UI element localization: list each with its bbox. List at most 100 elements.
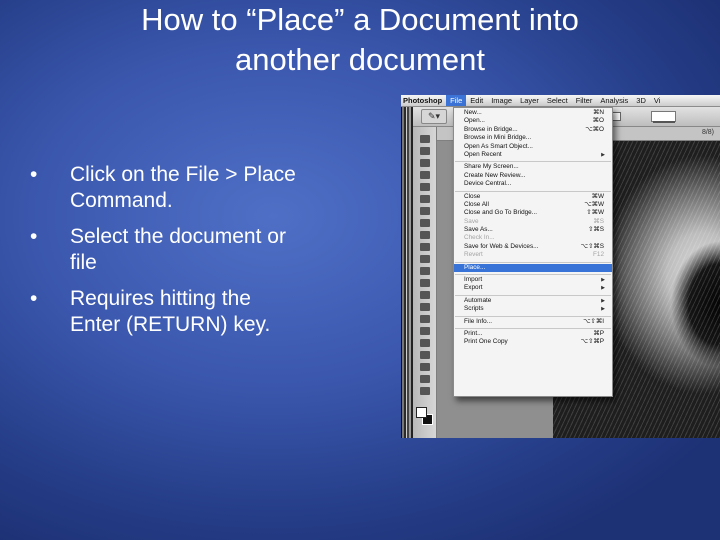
menu-item-close-and-go-to-bridge[interactable]: Close and Go To Bridge... ⇧⌘W [454, 209, 612, 217]
menu-item-create-new-review[interactable]: Create New Review... [454, 172, 612, 180]
menu-item-label: Save for Web & Devices... [464, 242, 539, 250]
color-swatches[interactable] [416, 407, 434, 429]
menu-item-label: Save [464, 217, 479, 225]
menu-bar: Photoshop File Edit Image Layer Select F… [401, 95, 720, 107]
option-bar-icon [653, 121, 675, 123]
bullet-item: • Click on the File > Place Command. [30, 162, 370, 214]
menu-item-export[interactable]: Export ▶ [454, 284, 612, 292]
menu-item-shortcut: ⇧⌘W [586, 209, 604, 217]
marquee-tool-icon[interactable] [420, 147, 430, 155]
gradient-tool-icon[interactable] [420, 267, 430, 275]
foreground-color-swatch[interactable] [416, 407, 427, 418]
move-tool-icon[interactable] [420, 135, 430, 143]
shape-tool-icon[interactable] [420, 339, 430, 347]
menu-item-new[interactable]: New... ⌘N [454, 109, 612, 117]
menu-image[interactable]: Image [487, 95, 516, 106]
menu-edit[interactable]: Edit [466, 95, 487, 106]
menu-item-print-one-copy[interactable]: Print One Copy ⌥⇧⌘P [454, 338, 612, 346]
menu-analysis[interactable]: Analysis [596, 95, 632, 106]
menu-item-shortcut: ⌘S [593, 217, 604, 225]
menu-item-label: Import [464, 276, 483, 284]
menu-item-shortcut: ⌘W [591, 192, 604, 200]
menu-item-close-all[interactable]: Close All ⌥⌘W [454, 201, 612, 209]
eyedropper-tool-icon[interactable] [420, 195, 430, 203]
file-menu-dropdown: New... ⌘N Open... ⌘O Browse in Bridge... ⌥⌘O B… [453, 107, 613, 397]
menu-item-label: Open As Smart Object... [464, 142, 533, 150]
menu-layer[interactable]: Layer [516, 95, 543, 106]
option-checkbox[interactable] [612, 112, 621, 121]
zoom-tool-icon[interactable] [420, 387, 430, 395]
menu-item-label: Print... [464, 329, 483, 337]
brush-tool-icon[interactable] [420, 219, 430, 227]
menu-item-check-in: Check In... [454, 234, 612, 242]
menu-item-label: Close All [464, 200, 489, 208]
menu-item-label: Open... [464, 117, 485, 125]
menu-item-file-info[interactable]: File Info... ⌥⇧⌘I [454, 318, 612, 326]
hand-tool-icon[interactable] [420, 375, 430, 383]
menu-item-label: Check In... [464, 234, 495, 242]
menu-item-label: Create New Review... [464, 171, 526, 179]
menu-item-open[interactable]: Open... ⌘O [454, 117, 612, 125]
bullet-text: Command. [70, 189, 173, 212]
slide-title: How to “Place” a Document into another d… [60, 0, 660, 80]
menu-item-share-my-screen[interactable]: Share My Screen... [454, 163, 612, 171]
menu-item-shortcut: ⌥⌘W [584, 200, 604, 208]
bullet-item: • Requires hitting the Enter (RETURN) ke… [30, 286, 370, 338]
submenu-arrow-icon: ▶ [601, 297, 605, 304]
menu-item-label: Save As... [464, 226, 493, 234]
menu-item-place[interactable]: Place... [454, 263, 612, 273]
menu-item-label: Close [464, 192, 481, 200]
eraser-tool-icon[interactable] [420, 255, 430, 263]
dodge-tool-icon[interactable] [420, 291, 430, 299]
bullet-list: • Click on the File > Place Command. • S… [30, 162, 370, 348]
blur-tool-icon[interactable] [420, 279, 430, 287]
menu-item-automate[interactable]: Automate ▶ [454, 297, 612, 305]
menu-item-open-recent[interactable]: Open Recent ▶ [454, 151, 612, 159]
tool-preset-picker[interactable]: ✎▾ [421, 109, 447, 124]
history-brush-tool-icon[interactable] [420, 243, 430, 251]
bullet-text: file [70, 251, 97, 274]
submenu-arrow-icon: ▶ [601, 285, 605, 292]
menu-item-open-as-smart-object[interactable]: Open As Smart Object... [454, 143, 612, 151]
path-selection-tool-icon[interactable] [420, 327, 430, 335]
menu-item-label: Share My Screen... [464, 163, 519, 171]
menu-item-import[interactable]: Import ▶ [454, 276, 612, 284]
menu-item-revert: Revert F12 [454, 251, 612, 259]
menu-item-label: Open Recent [464, 150, 502, 158]
menu-item-browse-in-bridge[interactable]: Browse in Bridge... ⌥⌘O [454, 126, 612, 134]
3d-orbit-tool-icon[interactable] [420, 363, 430, 371]
lasso-tool-icon[interactable] [420, 159, 430, 167]
menu-photoshop[interactable]: Photoshop [401, 95, 446, 106]
menu-item-print[interactable]: Print... ⌘P [454, 330, 612, 338]
menu-item-label: Automate [464, 296, 492, 304]
menu-filter[interactable]: Filter [572, 95, 597, 106]
menu-item-close[interactable]: Close ⌘W [454, 193, 612, 201]
magic-wand-tool-icon[interactable] [420, 171, 430, 179]
menu-item-label: File Info... [464, 317, 493, 325]
menu-item-browse-in-mini-bridge[interactable]: Browse in Mini Bridge... [454, 134, 612, 142]
menu-select[interactable]: Select [543, 95, 572, 106]
menu-item-label: Close and Go To Bridge... [464, 209, 538, 217]
document-tab-label: 8/8) [701, 129, 714, 136]
menu-3d[interactable]: 3D [632, 95, 650, 106]
type-tool-icon[interactable] [420, 315, 430, 323]
menu-item-shortcut: ⌘P [593, 329, 604, 337]
menu-item-label: Print One Copy [464, 338, 508, 346]
healing-brush-tool-icon[interactable] [420, 207, 430, 215]
submenu-arrow-icon: ▶ [601, 306, 605, 313]
clone-stamp-tool-icon[interactable] [420, 231, 430, 239]
menu-item-save-as[interactable]: Save As... ⇧⌘S [454, 226, 612, 234]
submenu-arrow-icon: ▶ [601, 151, 605, 158]
3d-rotate-tool-icon[interactable] [420, 351, 430, 359]
menu-file[interactable]: File [446, 95, 467, 106]
menu-item-save-for-web-devices[interactable]: Save for Web & Devices... ⌥⇧⌘S [454, 243, 612, 251]
crop-tool-icon[interactable] [420, 183, 430, 191]
menu-item-scripts[interactable]: Scripts ▶ [454, 305, 612, 313]
bullet-text: Click on the File > Place [70, 163, 296, 186]
menu-item-device-central[interactable]: Device Central... [454, 180, 612, 188]
menu-view[interactable]: Vi [650, 95, 665, 106]
pen-tool-icon[interactable] [420, 303, 430, 311]
photoshop-screenshot: Photoshop File Edit Image Layer Select F… [401, 95, 720, 438]
menu-item-label: Browse in Mini Bridge... [464, 134, 532, 142]
bullet-dot: • [30, 225, 38, 248]
